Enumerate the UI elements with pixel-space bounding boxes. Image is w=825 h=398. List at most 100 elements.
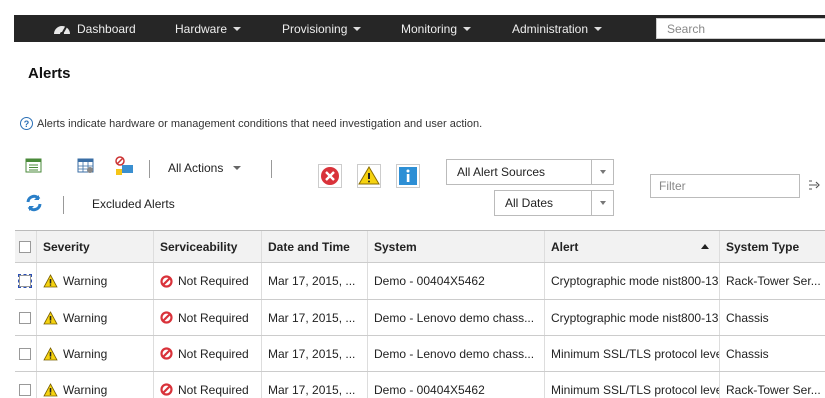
filter-input[interactable]: Filter	[650, 174, 800, 198]
toolbar-divider	[149, 160, 150, 178]
serviceability-cell: Not Required	[154, 372, 262, 398]
severity-label: Warning	[63, 274, 108, 288]
help-icon[interactable]: ?	[20, 117, 33, 130]
row-select-cell	[15, 263, 37, 299]
critical-filter-icon[interactable]	[318, 164, 342, 188]
chevron-down-icon	[233, 166, 242, 170]
dates-value: All Dates	[505, 196, 554, 210]
not-required-icon	[160, 383, 173, 396]
severity-cell: Warning	[37, 263, 154, 299]
select-all-checkbox[interactable]	[19, 240, 31, 253]
alert-link[interactable]: Minimum SSL/TLS protocol leve	[545, 336, 720, 371]
table-row[interactable]: Warning Not Required Mar 17, 2015, ... Demo…	[15, 336, 825, 372]
nav-hardware[interactable]: Hardware	[175, 15, 242, 42]
severity-label: Warning	[63, 382, 108, 397]
alert-sources-select[interactable]: All Alert Sources	[446, 159, 614, 185]
filter-options-icon[interactable]	[807, 178, 821, 192]
table-header: Severity Serviceability Date and Time Sy…	[15, 231, 825, 263]
row-checkbox[interactable]	[19, 311, 31, 324]
severity-cell: Warning	[37, 300, 154, 335]
chevron-down-icon	[591, 191, 613, 215]
export-icon[interactable]	[25, 157, 43, 175]
nav-administration-label: Administration	[512, 21, 589, 36]
serviceability-cell: Not Required	[154, 300, 262, 335]
chevron-down-icon	[353, 26, 362, 31]
column-header-serviceability[interactable]: Serviceability	[154, 231, 262, 262]
toolbar-divider	[271, 160, 272, 178]
nav-monitoring[interactable]: Monitoring	[401, 15, 472, 42]
warning-icon	[43, 274, 58, 288]
serviceability-label: Not Required	[178, 346, 249, 361]
chevron-down-icon	[463, 26, 472, 31]
nav-dashboard-label: Dashboard	[77, 21, 136, 36]
row-checkbox[interactable]	[19, 347, 31, 360]
serviceability-label: Not Required	[178, 382, 249, 397]
system-cell: Demo - 00404X5462	[368, 372, 545, 398]
column-header-alert-label: Alert	[551, 239, 579, 254]
informational-filter-icon[interactable]	[396, 164, 420, 188]
main-nav: Dashboard Hardware Provisioning Monitori…	[14, 15, 825, 42]
table-row[interactable]: Warning Not Required Mar 17, 2015, ... Demo…	[15, 263, 825, 300]
alert-link[interactable]: Minimum SSL/TLS protocol leve	[545, 372, 720, 398]
severity-label: Warning	[63, 346, 108, 361]
table-row[interactable]: Warning Not Required Mar 17, 2015, ... Demo…	[15, 372, 825, 398]
system-type-cell: Chassis	[726, 310, 769, 325]
date-cell: Mar 17, 2015, ...	[262, 372, 368, 398]
system-cell: Demo - Lenovo demo chass...	[368, 336, 545, 371]
date-cell: Mar 17, 2015, ...	[262, 300, 368, 335]
system-cell: Demo - 00404X5462	[368, 263, 545, 299]
column-header-alert[interactable]: Alert	[545, 231, 720, 262]
serviceability-label: Not Required	[178, 310, 249, 325]
nav-provisioning[interactable]: Provisioning	[282, 15, 362, 42]
table-row[interactable]: Warning Not Required Mar 17, 2015, ... Demo…	[15, 300, 825, 336]
severity-label: Warning	[63, 310, 108, 325]
not-required-icon	[160, 274, 173, 288]
table-settings-icon[interactable]	[77, 157, 95, 175]
warning-icon	[43, 346, 58, 360]
severity-cell: Warning	[37, 336, 154, 371]
system-type-cell: Rack-Tower Ser...	[726, 382, 821, 397]
info-text-label: Alerts indicate hardware or management c…	[37, 117, 483, 130]
date-cell: Mar 17, 2015, ...	[262, 263, 368, 299]
alert-link[interactable]: Cryptographic mode nist800-13	[545, 263, 720, 299]
system-cell: Demo - Lenovo demo chass...	[368, 300, 545, 335]
column-header-severity[interactable]: Severity	[37, 231, 154, 262]
excluded-alerts-link[interactable]: Excluded Alerts	[92, 197, 175, 211]
system-type-cell: Chassis	[726, 346, 769, 361]
date-cell: Mar 17, 2015, ...	[262, 336, 368, 371]
select-all-cell	[15, 231, 37, 262]
nav-provisioning-label: Provisioning	[282, 21, 348, 36]
column-header-system-type[interactable]: System Type	[720, 231, 825, 262]
alert-link[interactable]: Cryptographic mode nist800-13	[545, 300, 720, 335]
toolbar-divider	[63, 196, 64, 214]
row-select-cell	[15, 372, 37, 398]
row-checkbox[interactable]	[19, 383, 31, 396]
serviceability-label: Not Required	[178, 274, 249, 288]
warning-icon	[43, 382, 58, 396]
column-header-date[interactable]: Date and Time	[262, 231, 368, 262]
warning-filter-icon[interactable]	[357, 164, 381, 188]
all-actions-label: All Actions	[168, 161, 224, 175]
not-required-icon	[160, 347, 173, 360]
alerts-table: Severity Serviceability Date and Time Sy…	[15, 230, 825, 398]
exclude-alerts-icon[interactable]	[113, 155, 135, 177]
column-header-system[interactable]: System	[368, 231, 545, 262]
system-type-cell: Rack-Tower Ser...	[726, 274, 821, 288]
severity-cell: Warning	[37, 372, 154, 398]
chevron-down-icon	[594, 26, 603, 31]
dates-select[interactable]: All Dates	[494, 190, 614, 216]
row-checkbox[interactable]	[18, 274, 32, 288]
serviceability-cell: Not Required	[154, 263, 262, 299]
serviceability-cell: Not Required	[154, 336, 262, 371]
info-text: ? Alerts indicate hardware or management…	[20, 117, 482, 130]
row-select-cell	[15, 300, 37, 335]
chevron-down-icon	[591, 160, 613, 184]
nav-administration[interactable]: Administration	[512, 15, 603, 42]
sort-ascending-icon	[701, 244, 709, 249]
search-input[interactable]: Search	[656, 18, 825, 39]
nav-dashboard[interactable]: Dashboard	[52, 15, 136, 42]
all-actions-menu[interactable]: All Actions	[168, 161, 242, 175]
chevron-down-icon	[233, 26, 242, 31]
refresh-icon[interactable]	[24, 193, 44, 213]
dashboard-gauge-icon	[54, 26, 70, 35]
